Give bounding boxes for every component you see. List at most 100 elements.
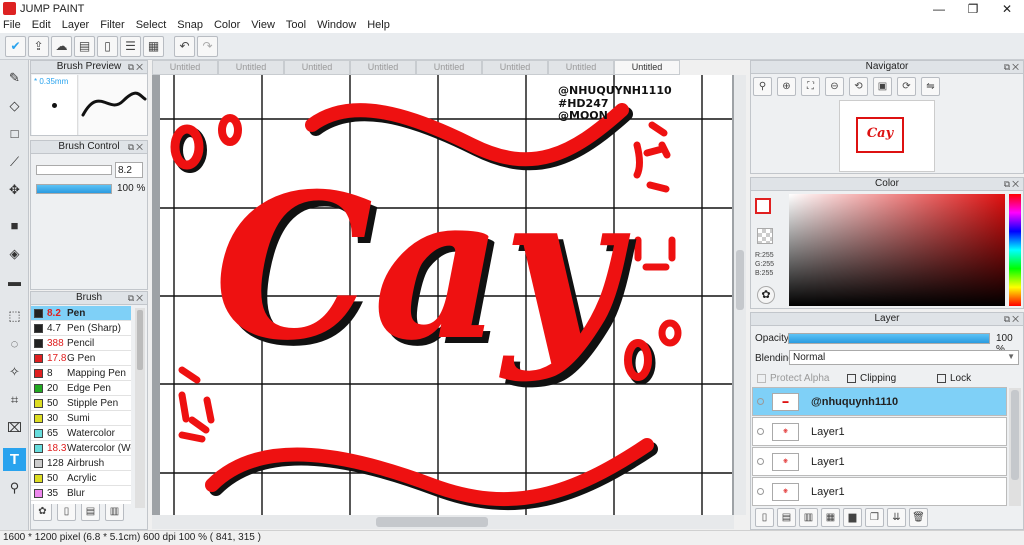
message-icon[interactable]: ▤ bbox=[74, 35, 95, 57]
tab-untitled[interactable]: Untitled bbox=[218, 60, 284, 75]
reset-view-icon[interactable]: ▣ bbox=[873, 77, 892, 96]
select-eraser-tool-icon[interactable]: ⌧ bbox=[3, 416, 26, 439]
layer-row[interactable]: ❋ Layer1 bbox=[752, 417, 1007, 446]
zoom-icon[interactable]: ⚲ bbox=[753, 77, 772, 96]
lasso-tool-icon[interactable]: ◌ bbox=[3, 332, 26, 355]
trash-icon[interactable]: 🗑 bbox=[909, 508, 928, 527]
visibility-eye-icon[interactable] bbox=[757, 398, 764, 405]
share-icon[interactable]: ⇪ bbox=[28, 35, 49, 57]
menu-layer[interactable]: Layer bbox=[62, 19, 90, 31]
brush-copy-icon[interactable]: ▤ bbox=[81, 502, 100, 521]
menu-help[interactable]: Help bbox=[367, 19, 390, 31]
tab-untitled[interactable]: Untitled bbox=[350, 60, 416, 75]
fill-rect-tool-icon[interactable]: ■ bbox=[3, 214, 26, 237]
menu-snap[interactable]: Snap bbox=[177, 19, 203, 31]
brush-tool-icon[interactable]: ✎ bbox=[3, 66, 26, 89]
canvas-horizontal-scrollbar[interactable] bbox=[152, 515, 734, 529]
list-icon[interactable]: ☰ bbox=[120, 35, 141, 57]
line-tool-icon[interactable]: ⟋ bbox=[3, 150, 26, 173]
zoom-in-icon[interactable]: ⊕ bbox=[777, 77, 796, 96]
brush-item[interactable]: 8.2 Pen bbox=[31, 306, 131, 321]
brush-item[interactable]: 128 Airbrush bbox=[31, 456, 131, 471]
layer-row[interactable]: ▬ @nhuquynh1110 bbox=[752, 387, 1007, 416]
duplicate-layer-icon[interactable]: ❐ bbox=[865, 508, 884, 527]
brush-opacity-slider[interactable] bbox=[36, 184, 112, 194]
panel-controls-icon[interactable]: ⧉✕ bbox=[1004, 61, 1021, 73]
merge-layer-icon[interactable]: ⇊ bbox=[887, 508, 906, 527]
fit-icon[interactable]: ⛶ bbox=[801, 77, 820, 96]
redo-icon[interactable]: ↷ bbox=[197, 35, 218, 57]
panel-controls-icon[interactable]: ⧉✕ bbox=[128, 61, 145, 73]
brush-item[interactable]: 20 Edge Pen bbox=[31, 381, 131, 396]
tab-untitled[interactable]: Untitled bbox=[548, 60, 614, 75]
select-pen-tool-icon[interactable]: ⌗ bbox=[3, 388, 26, 411]
menu-color[interactable]: Color bbox=[214, 19, 240, 31]
brush-delete-icon[interactable]: ▥ bbox=[105, 502, 124, 521]
layer-opacity-slider[interactable] bbox=[788, 333, 990, 344]
brush-item[interactable]: 50 Acrylic bbox=[31, 471, 131, 486]
rotate-right-icon[interactable]: ⟳ bbox=[897, 77, 916, 96]
artwork-canvas[interactable]: Cay Cay @NHUQUYNH1110 #HD247 @MOON bbox=[152, 75, 734, 515]
brush-item[interactable]: 8 Mapping Pen bbox=[31, 366, 131, 381]
visibility-eye-icon[interactable] bbox=[757, 458, 764, 465]
hue-slider[interactable] bbox=[1009, 194, 1021, 306]
new-brush-icon[interactable]: ▯ bbox=[57, 502, 76, 521]
protect-alpha-option[interactable]: Protect Alpha bbox=[757, 373, 829, 384]
brush-item[interactable]: 4.7 Pen (Sharp) bbox=[31, 321, 131, 336]
brush-item[interactable]: 50 Stipple Pen bbox=[31, 396, 131, 411]
panel-controls-icon[interactable]: ⧉✕ bbox=[1004, 313, 1021, 325]
new-layer-image-icon[interactable]: ▥ bbox=[799, 508, 818, 527]
canvas-vertical-scrollbar[interactable] bbox=[734, 75, 746, 515]
panel-controls-icon[interactable]: ⧉✕ bbox=[128, 141, 145, 153]
brush-item[interactable]: 30 Sumi bbox=[31, 411, 131, 426]
eyedropper-tool-icon[interactable]: ⚲ bbox=[3, 476, 26, 499]
panel-controls-icon[interactable]: ⧉✕ bbox=[128, 292, 145, 304]
eraser-tool-icon[interactable]: ◇ bbox=[3, 94, 26, 117]
brush-size-field[interactable]: 8.2 bbox=[115, 162, 143, 178]
undo-icon[interactable]: ↶ bbox=[174, 35, 195, 57]
brush-item[interactable]: 35 Blur bbox=[31, 486, 131, 501]
comment-icon[interactable]: ☁ bbox=[51, 35, 72, 57]
tab-untitled[interactable]: Untitled bbox=[284, 60, 350, 75]
minimize-icon[interactable]: — bbox=[922, 0, 956, 17]
magic-wand-tool-icon[interactable]: ✧ bbox=[3, 360, 26, 383]
folder-icon[interactable]: ▆ bbox=[843, 508, 862, 527]
visibility-eye-icon[interactable] bbox=[757, 488, 764, 495]
menu-file[interactable]: File bbox=[3, 19, 21, 31]
menu-tool[interactable]: Tool bbox=[286, 19, 306, 31]
layer-list-scrollbar[interactable] bbox=[1009, 388, 1021, 506]
brush-size-slider[interactable] bbox=[36, 165, 112, 175]
new-layer-icon[interactable]: ▯ bbox=[755, 508, 774, 527]
tab-untitled[interactable]: Untitled bbox=[482, 60, 548, 75]
bucket-tool-icon[interactable]: ◈ bbox=[3, 242, 26, 265]
halftone-layer-icon[interactable]: ▦ bbox=[821, 508, 840, 527]
navigator-thumbnail[interactable]: Cay bbox=[839, 100, 935, 172]
brush-list-scrollbar[interactable] bbox=[135, 308, 145, 508]
close-icon[interactable]: ✕ bbox=[990, 0, 1024, 17]
move-tool-icon[interactable]: ✥ bbox=[3, 178, 26, 201]
menu-view[interactable]: View bbox=[251, 19, 275, 31]
brush-settings-icon[interactable]: ✿ bbox=[33, 502, 52, 521]
tab-untitled[interactable]: Untitled bbox=[416, 60, 482, 75]
new-layer-text-icon[interactable]: ▤ bbox=[777, 508, 796, 527]
tab-untitled-active[interactable]: Untitled bbox=[614, 60, 680, 75]
menu-window[interactable]: Window bbox=[317, 19, 356, 31]
menu-edit[interactable]: Edit bbox=[32, 19, 51, 31]
clipping-option[interactable]: Clipping bbox=[847, 373, 896, 384]
transparent-color-swatch[interactable] bbox=[757, 228, 773, 244]
document-icon[interactable]: ▯ bbox=[97, 35, 118, 57]
select-rect-tool-icon[interactable]: ⬚ bbox=[3, 304, 26, 327]
maximize-icon[interactable]: ❐ bbox=[956, 0, 990, 17]
menu-select[interactable]: Select bbox=[136, 19, 167, 31]
zoom-out-icon[interactable]: ⊖ bbox=[825, 77, 844, 96]
layer-row[interactable]: ❋ Layer1 bbox=[752, 477, 1007, 506]
gradient-tool-icon[interactable]: ▬ bbox=[3, 270, 26, 293]
grid-icon[interactable]: ▦ bbox=[143, 35, 164, 57]
brush-item[interactable]: 17.8 G Pen bbox=[31, 351, 131, 366]
color-picker-area[interactable] bbox=[789, 194, 1005, 306]
visibility-eye-icon[interactable] bbox=[757, 428, 764, 435]
brush-item[interactable]: 18.3 Watercolor (We bbox=[31, 441, 131, 456]
canvas-area[interactable]: Cay Cay @NHUQUYNH1110 #HD247 @MOON bbox=[152, 75, 734, 515]
rectangle-tool-icon[interactable]: □ bbox=[3, 122, 26, 145]
blending-select[interactable]: Normal ▼ bbox=[789, 350, 1019, 365]
